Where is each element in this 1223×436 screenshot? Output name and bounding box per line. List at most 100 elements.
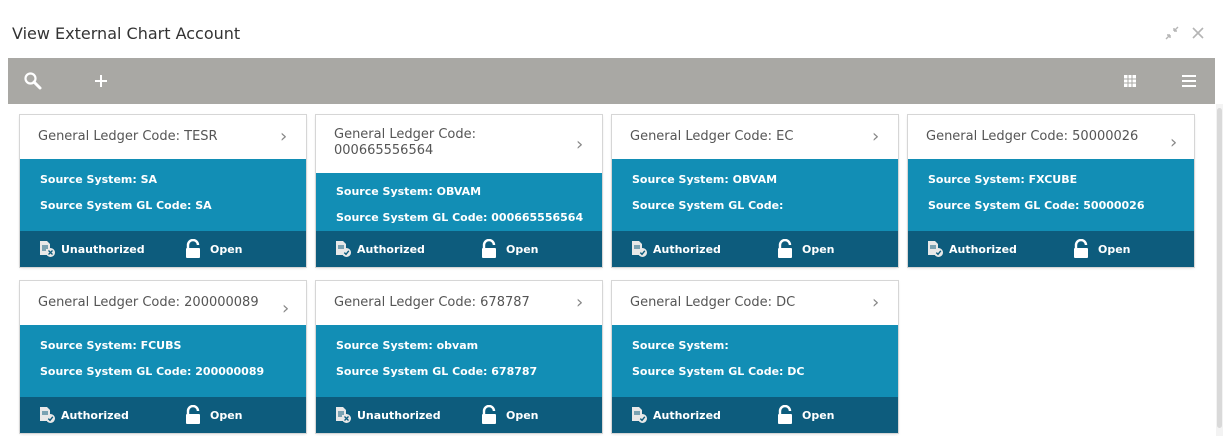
record-status: Open — [480, 238, 539, 259]
card-footer: Authorized Open — [20, 397, 306, 433]
record-status-label: Open — [506, 242, 539, 256]
card-body: Source System: obvam Source System GL Co… — [316, 325, 602, 397]
card-footer: Authorized Open — [612, 231, 898, 267]
source-system-label: Source System: OBVAM — [336, 185, 482, 198]
source-system-label: Source System: FXCUBE — [928, 173, 1078, 186]
chevron-right-icon[interactable]: › — [282, 299, 289, 319]
source-system-label: Source System: OBVAM — [632, 173, 778, 186]
authorized-icon — [38, 406, 56, 424]
card-footer: Unauthorized Open — [316, 397, 602, 433]
gl-code-label: General Ledger Code: DC — [630, 295, 796, 310]
card-header[interactable]: General Ledger Code: 000665556564 › — [316, 115, 602, 159]
source-gl-code-label: Source System GL Code: SA — [40, 199, 212, 212]
source-system-label: Source System: FCUBS — [40, 339, 182, 352]
add-icon[interactable] — [90, 70, 112, 92]
auth-status-label: Unauthorized — [357, 408, 441, 422]
card-header[interactable]: General Ledger Code: DC › — [612, 281, 898, 325]
auth-status: Authorized — [630, 406, 721, 424]
auth-status-label: Unauthorized — [61, 242, 145, 256]
account-card[interactable]: General Ledger Code: 678787 › Source Sys… — [316, 281, 602, 433]
gl-code-label: General Ledger Code: EC — [630, 129, 794, 144]
source-gl-code-label: Source System GL Code: 200000089 — [40, 365, 265, 378]
gl-code-label: General Ledger Code: 50000026 — [926, 129, 1139, 144]
chevron-right-icon[interactable]: › — [872, 293, 879, 313]
toolbar — [8, 58, 1215, 104]
chevron-right-icon[interactable]: › — [576, 293, 583, 313]
unlock-icon — [184, 238, 202, 259]
list-view-icon[interactable] — [1178, 70, 1200, 92]
minimize-icon[interactable] — [1163, 24, 1181, 42]
record-status: Open — [1072, 238, 1131, 259]
card-header[interactable]: General Ledger Code: TESR › — [20, 115, 306, 159]
authorized-icon — [334, 240, 352, 258]
source-gl-code-label: Source System GL Code: 000665556564 — [336, 211, 584, 224]
chevron-right-icon[interactable]: › — [280, 127, 287, 147]
auth-status: Authorized — [334, 240, 425, 258]
gl-code-label: General Ledger Code: TESR — [38, 129, 218, 144]
external-chart-account-window: View External Chart Account General Ledg… — [0, 0, 1223, 436]
scrollbar-thumb[interactable] — [1217, 108, 1222, 428]
card-footer: Authorized Open — [612, 397, 898, 433]
record-status-label: Open — [210, 408, 243, 422]
auth-status: Authorized — [630, 240, 721, 258]
authorized-icon — [926, 240, 944, 258]
auth-status: Authorized — [38, 406, 129, 424]
source-system-label: Source System: obvam — [336, 339, 479, 352]
chevron-right-icon[interactable]: › — [1170, 133, 1177, 153]
record-status: Open — [184, 404, 243, 425]
unauthorized-icon — [334, 406, 352, 424]
card-body: Source System: FCUBS Source System GL Co… — [20, 325, 306, 397]
close-icon[interactable] — [1189, 24, 1207, 42]
search-icon[interactable] — [22, 70, 44, 92]
auth-status-label: Authorized — [61, 408, 129, 422]
record-status-label: Open — [802, 242, 835, 256]
authorized-icon — [630, 406, 648, 424]
card-header[interactable]: General Ledger Code: 50000026 › — [908, 115, 1194, 159]
gl-code-label: General Ledger Code: 000665556564 — [334, 127, 477, 158]
unlock-icon — [480, 238, 498, 259]
record-status-label: Open — [506, 408, 539, 422]
source-system-label: Source System: SA — [40, 173, 158, 186]
record-status-label: Open — [802, 408, 835, 422]
grid-view-icon[interactable] — [1119, 70, 1141, 92]
card-footer: Authorized Open — [908, 231, 1194, 267]
card-header[interactable]: General Ledger Code: 200000089 › — [20, 281, 306, 325]
window-title: View External Chart Account — [12, 24, 241, 43]
authorized-icon — [630, 240, 648, 258]
record-status: Open — [776, 404, 835, 425]
card-footer: Unauthorized Open — [20, 231, 306, 267]
record-status: Open — [480, 404, 539, 425]
card-header[interactable]: General Ledger Code: 678787 › — [316, 281, 602, 325]
auth-status-label: Authorized — [357, 242, 425, 256]
source-gl-code-label: Source System GL Code: — [632, 199, 784, 212]
card-body: Source System: Source System GL Code: DC — [612, 325, 898, 397]
unlock-icon — [480, 404, 498, 425]
unlock-icon — [776, 238, 794, 259]
chevron-right-icon[interactable]: › — [576, 135, 583, 155]
account-card[interactable]: General Ledger Code: DC › Source System:… — [612, 281, 898, 433]
auth-status-label: Authorized — [653, 408, 721, 422]
title-bar: View External Chart Account — [0, 0, 1223, 58]
account-card[interactable]: General Ledger Code: EC › Source System:… — [612, 115, 898, 267]
source-system-label: Source System: — [632, 339, 729, 352]
card-body: Source System: OBVAM Source System GL Co… — [316, 173, 602, 231]
card-header[interactable]: General Ledger Code: EC › — [612, 115, 898, 159]
record-status: Open — [184, 238, 243, 259]
unauthorized-icon — [38, 240, 56, 258]
account-card[interactable]: General Ledger Code: 000665556564 › Sour… — [316, 115, 602, 267]
gl-code-label: General Ledger Code: 678787 — [334, 295, 530, 310]
card-body: Source System: SA Source System GL Code:… — [20, 159, 306, 231]
account-card[interactable]: General Ledger Code: TESR › Source Syste… — [20, 115, 306, 267]
source-gl-code-label: Source System GL Code: 50000026 — [928, 199, 1145, 212]
record-status-label: Open — [1098, 242, 1131, 256]
chevron-right-icon[interactable]: › — [872, 127, 879, 147]
unlock-icon — [776, 404, 794, 425]
auth-status: Unauthorized — [38, 240, 145, 258]
account-card[interactable]: General Ledger Code: 200000089 › Source … — [20, 281, 306, 433]
vertical-scrollbar[interactable] — [1216, 104, 1223, 436]
auth-status: Authorized — [926, 240, 1017, 258]
auth-status-label: Authorized — [653, 242, 721, 256]
card-body: Source System: OBVAM Source System GL Co… — [612, 159, 898, 231]
card-footer: Authorized Open — [316, 231, 602, 267]
account-card[interactable]: General Ledger Code: 50000026 › Source S… — [908, 115, 1194, 267]
